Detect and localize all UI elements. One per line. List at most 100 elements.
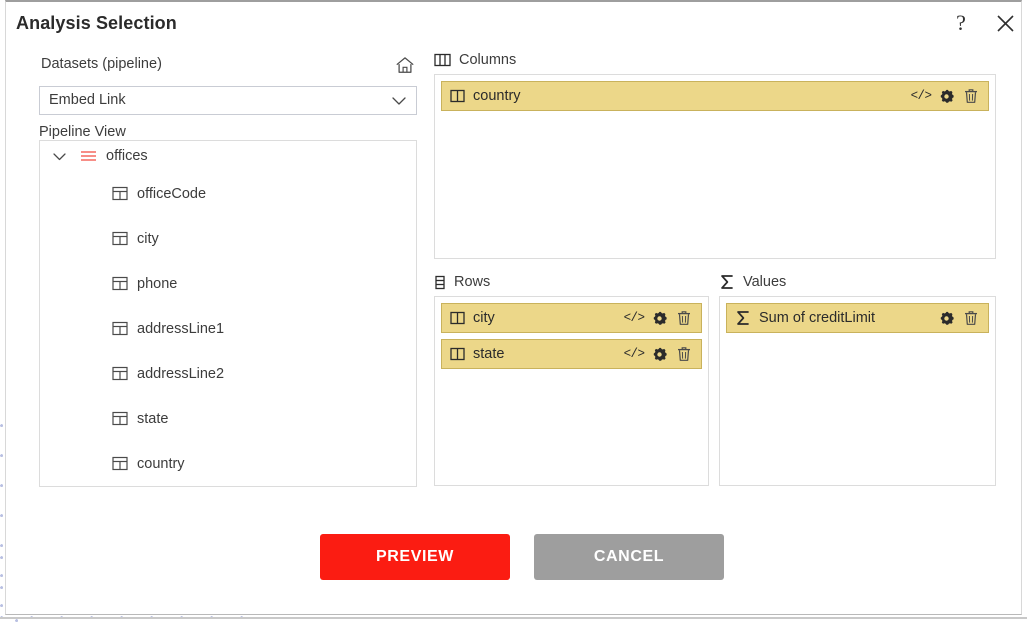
code-icon[interactable]: </> bbox=[624, 309, 645, 327]
tree-item-city[interactable]: city bbox=[40, 216, 416, 261]
close-icon bbox=[996, 14, 1014, 32]
sigma-icon bbox=[719, 274, 735, 290]
tree-root-offices[interactable]: offices bbox=[40, 141, 416, 171]
gear-icon[interactable] bbox=[650, 309, 668, 327]
column-field-icon bbox=[450, 311, 465, 325]
values-heading: Values bbox=[719, 274, 786, 290]
tree-item-label: country bbox=[137, 455, 185, 472]
analysis-selection-dialog: Analysis Selection ? Datasets (pipeline) bbox=[5, 0, 1022, 615]
chevron-down-icon[interactable] bbox=[52, 150, 67, 163]
field-chip[interactable]: state </> bbox=[441, 339, 702, 369]
preview-button[interactable]: PREVIEW bbox=[320, 534, 510, 580]
field-chip-label: Sum of creditLimit bbox=[759, 310, 876, 326]
table-field-icon bbox=[112, 366, 128, 381]
table-field-icon bbox=[112, 186, 128, 201]
tree-item-label: state bbox=[137, 410, 169, 427]
tree-children-list: officeCode city phone addressLine1 addressLi… bbox=[40, 171, 416, 486]
table-field-icon bbox=[112, 231, 128, 246]
trash-icon[interactable] bbox=[962, 87, 980, 105]
column-field-icon bbox=[450, 89, 465, 103]
code-icon[interactable]: </> bbox=[911, 87, 932, 105]
gear-icon[interactable] bbox=[937, 87, 955, 105]
table-field-icon bbox=[112, 276, 128, 291]
trash-icon bbox=[965, 311, 977, 325]
window-bottom-edge bbox=[0, 617, 1027, 619]
rows-heading: Rows bbox=[434, 274, 490, 290]
datasets-row: Datasets (pipeline) bbox=[39, 56, 417, 78]
trash-icon bbox=[965, 89, 977, 103]
tree-item-label: addressLine1 bbox=[137, 320, 225, 337]
field-chip[interactable]: country </> bbox=[441, 81, 989, 111]
values-title: Values bbox=[743, 274, 787, 290]
field-chip-label: state bbox=[473, 346, 505, 362]
field-chip[interactable]: city </> bbox=[441, 303, 702, 333]
pipeline-tree: offices officeCode city phone addressLine1 a… bbox=[39, 140, 417, 487]
field-chip-actions bbox=[930, 309, 980, 327]
trash-icon bbox=[678, 311, 690, 325]
home-button[interactable] bbox=[393, 53, 417, 77]
rows-title: Rows bbox=[454, 274, 491, 290]
trash-icon bbox=[678, 347, 690, 361]
table-field-icon bbox=[112, 321, 128, 336]
dataset-select[interactable]: Embed Link bbox=[39, 86, 417, 115]
dialog-footer: PREVIEW CANCEL bbox=[6, 534, 1023, 590]
table-field-icon bbox=[112, 366, 128, 381]
code-icon[interactable]: </> bbox=[624, 345, 645, 363]
field-chip[interactable]: Sum of creditLimit bbox=[726, 303, 989, 333]
field-chip-actions: </> bbox=[618, 309, 693, 327]
tree-item-label: addressLine2 bbox=[137, 365, 225, 382]
chevron-down-icon bbox=[392, 97, 406, 105]
columns-dropzone[interactable]: country </> bbox=[434, 74, 996, 259]
gear-icon bbox=[653, 311, 667, 325]
datasets-label: Datasets (pipeline) bbox=[41, 56, 162, 72]
tree-item-label: phone bbox=[137, 275, 178, 292]
dataset-select-value: Embed Link bbox=[49, 92, 126, 108]
tree-item-addressline2[interactable]: addressLine2 bbox=[40, 351, 416, 396]
gear-icon bbox=[940, 311, 954, 325]
left-pane: Datasets (pipeline) Embed Link Pipeline … bbox=[39, 56, 417, 140]
tree-item-label: officeCode bbox=[137, 185, 207, 202]
table-field-icon bbox=[112, 186, 128, 201]
table-field-icon bbox=[112, 456, 128, 471]
tree-item-label: city bbox=[137, 230, 159, 247]
gear-icon[interactable] bbox=[650, 345, 668, 363]
list-lines-icon bbox=[80, 149, 97, 163]
trash-icon[interactable] bbox=[962, 309, 980, 327]
rows-dropzone[interactable]: city </> state </> bbox=[434, 296, 709, 486]
column-field-icon bbox=[450, 347, 465, 361]
tree-item-officecode[interactable]: officeCode bbox=[40, 171, 416, 216]
table-field-icon bbox=[112, 411, 128, 426]
table-field-icon bbox=[112, 276, 128, 291]
rows-icon bbox=[434, 275, 446, 290]
help-button[interactable]: ? bbox=[948, 10, 974, 36]
question-mark-icon: ? bbox=[956, 10, 966, 35]
values-dropzone[interactable]: Sum of creditLimit bbox=[719, 296, 996, 486]
gear-icon[interactable] bbox=[937, 309, 955, 327]
field-chip-label: city bbox=[473, 310, 495, 326]
trash-icon[interactable] bbox=[675, 345, 693, 363]
tree-item-phone[interactable]: phone bbox=[40, 261, 416, 306]
table-field-icon bbox=[112, 411, 128, 426]
field-chip-label: country bbox=[473, 88, 521, 104]
tree-item-addressline1[interactable]: addressLine1 bbox=[40, 306, 416, 351]
columns-heading: Columns bbox=[434, 52, 516, 68]
tree-item-state[interactable]: state bbox=[40, 396, 416, 441]
sigma-icon bbox=[735, 310, 751, 326]
table-field-icon bbox=[112, 456, 128, 471]
tree-root-label: offices bbox=[106, 148, 148, 164]
analysis-selection-screen: Analysis Selection ? Datasets (pipeline) bbox=[0, 0, 1027, 626]
close-button[interactable] bbox=[992, 10, 1018, 36]
tree-item-country[interactable]: country bbox=[40, 441, 416, 486]
gear-icon bbox=[940, 89, 954, 103]
sigma-icon bbox=[737, 311, 749, 325]
gear-icon bbox=[653, 347, 667, 361]
trash-icon[interactable] bbox=[675, 309, 693, 327]
table-field-icon bbox=[112, 321, 128, 336]
pipeline-view-label: Pipeline View bbox=[39, 124, 126, 140]
cancel-button[interactable]: CANCEL bbox=[534, 534, 724, 580]
dialog-titlebar: Analysis Selection ? bbox=[6, 2, 1023, 48]
page-title: Analysis Selection bbox=[16, 13, 177, 33]
table-field-icon bbox=[112, 231, 128, 246]
column-field-icon bbox=[450, 347, 465, 361]
field-chip-actions: </> bbox=[618, 345, 693, 363]
